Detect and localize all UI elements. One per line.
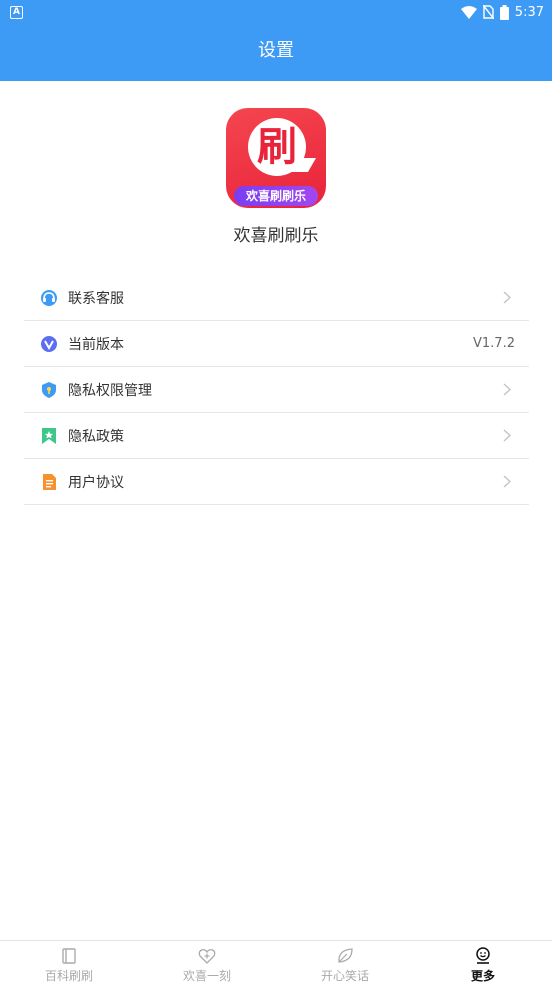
book-icon (62, 948, 76, 964)
app-logo: 刷 欢喜刷刷乐 (226, 108, 326, 208)
wifi-icon (460, 5, 477, 19)
tab-label: 欢喜一刻 (182, 969, 231, 983)
bookmark-icon (40, 427, 58, 445)
tab-joy-moment[interactable]: 欢喜一刻 (138, 941, 276, 986)
settings-menu: 联系客服 当前版本 V1.7.2 隐私权限管理 隐私政策 用户协议 (24, 275, 529, 505)
logo-char: 刷 (257, 124, 297, 170)
tab-encyclopedia[interactable]: 百科刷刷 (0, 941, 138, 986)
menu-item-label: 用户协议 (68, 474, 124, 491)
app-indicator-icon: A (10, 5, 23, 19)
chevron-right-icon (503, 429, 511, 442)
document-icon (40, 473, 58, 491)
version-value: V1.7.2 (473, 336, 515, 351)
smiley-icon (476, 947, 490, 964)
menu-item-label: 当前版本 (68, 336, 124, 353)
menu-item-contact-support[interactable]: 联系客服 (24, 275, 529, 321)
battery-icon (499, 4, 509, 20)
tab-more[interactable]: 更多 (414, 941, 552, 986)
menu-item-user-agreement[interactable]: 用户协议 (24, 459, 529, 505)
status-time: 5:37 (514, 4, 544, 20)
version-icon (40, 335, 58, 353)
logo-banner: 欢喜刷刷乐 (234, 186, 318, 206)
top-app-bar: A 5:37 设置 (0, 0, 552, 81)
headset-icon (40, 289, 58, 307)
menu-item-label: 隐私权限管理 (68, 382, 152, 399)
menu-item-privacy-policy[interactable]: 隐私政策 (24, 413, 529, 459)
tab-happy-jokes[interactable]: 开心笑话 (276, 941, 414, 986)
leaf-icon (338, 948, 353, 963)
menu-item-current-version[interactable]: 当前版本 V1.7.2 (24, 321, 529, 367)
menu-item-label: 联系客服 (68, 290, 124, 307)
menu-item-privacy-permissions[interactable]: 隐私权限管理 (24, 367, 529, 413)
tab-label: 开心笑话 (320, 969, 369, 983)
menu-item-label: 隐私政策 (68, 428, 124, 445)
chevron-right-icon (503, 291, 511, 304)
status-bar: A 5:37 (0, 0, 552, 24)
chevron-right-icon (503, 383, 511, 396)
bottom-tab-bar: 百科刷刷 欢喜一刻 开心笑话 更多 (0, 940, 552, 986)
shield-icon (40, 381, 58, 399)
tab-label: 更多 (470, 969, 495, 983)
app-name: 欢喜刷刷乐 (233, 226, 319, 246)
no-sim-icon (482, 5, 494, 19)
page-title: 设置 (258, 40, 294, 61)
chevron-right-icon (503, 475, 511, 488)
heart-plus-icon (198, 949, 216, 964)
tab-label: 百科刷刷 (44, 969, 93, 983)
